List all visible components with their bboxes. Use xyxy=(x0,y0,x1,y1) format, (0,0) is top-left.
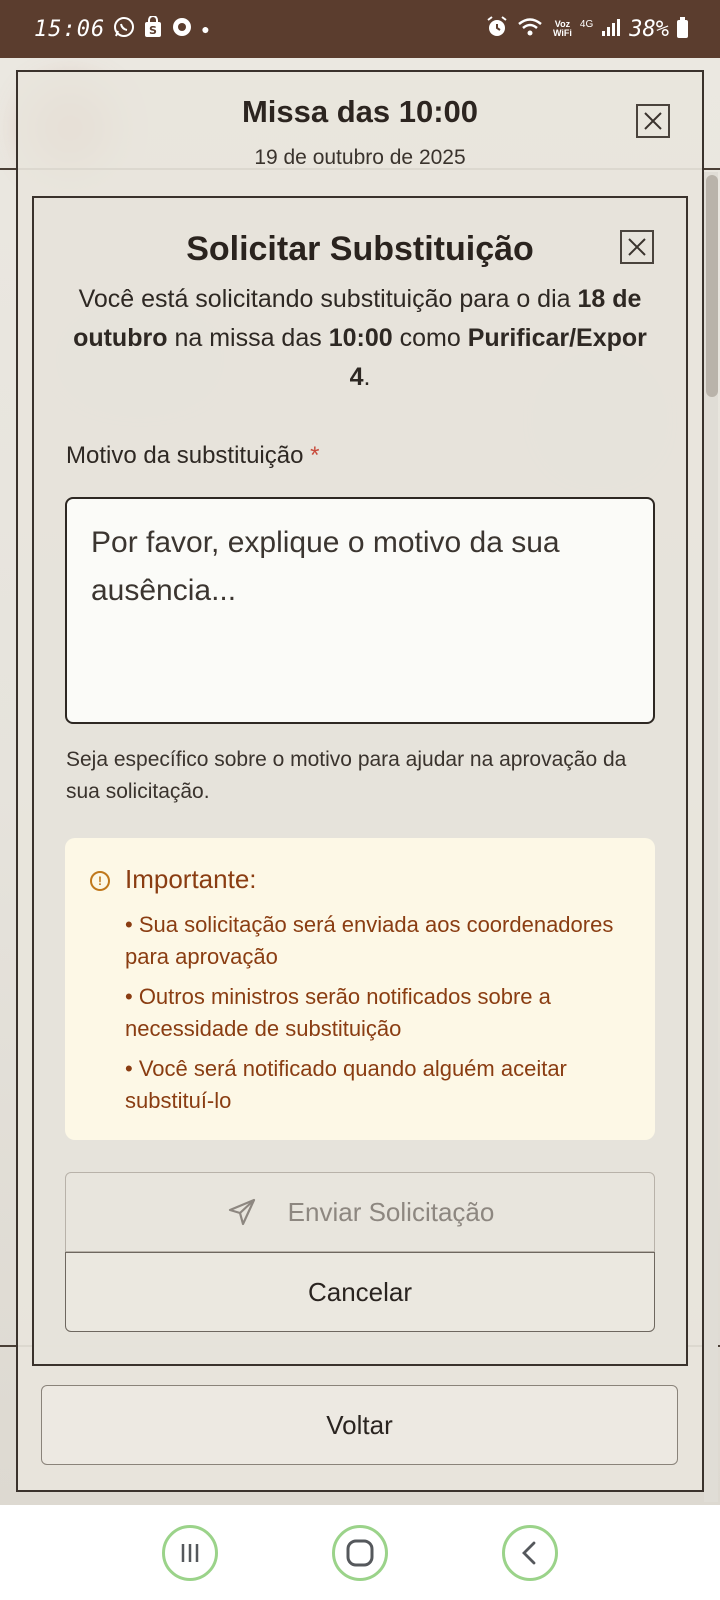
notice-item: • Você será notificado quando alguém ace… xyxy=(125,1056,567,1113)
send-request-button[interactable]: Enviar Solicitação xyxy=(65,1172,655,1252)
notice-item: • Sua solicitação será enviada aos coord… xyxy=(125,912,614,969)
close-mass-modal-button[interactable] xyxy=(636,104,670,138)
whatsapp-icon xyxy=(113,16,135,42)
network-type: 4G xyxy=(579,19,594,30)
shopping-bag-icon: S xyxy=(143,15,163,42)
close-icon xyxy=(628,238,646,256)
reason-textarea[interactable] xyxy=(65,497,655,724)
description-role: Purificar/Expor 4 xyxy=(349,324,647,391)
back-nav-button[interactable] xyxy=(502,1524,558,1581)
close-substitution-modal-button[interactable] xyxy=(620,230,654,264)
alert-circle-icon: ! xyxy=(90,871,110,891)
close-icon xyxy=(644,112,662,130)
description-text: como xyxy=(399,324,461,352)
recent-apps-icon xyxy=(181,1543,199,1562)
battery-icon xyxy=(677,17,688,38)
substitution-title: Solicitar Substituição xyxy=(186,230,534,268)
reason-label-text: Motivo da substituição xyxy=(66,442,304,469)
status-bar: 15:06 S ● Voz WiFi 4G 38% xyxy=(0,0,720,58)
important-notice: ! Importante: • Sua solicitação será env… xyxy=(65,838,655,1140)
mass-date: 19 de outubro de 2025 xyxy=(254,146,466,169)
description-time: 10:00 xyxy=(328,324,393,352)
clock: 15:06 xyxy=(34,16,106,42)
mass-title: Missa das 10:00 xyxy=(241,94,479,129)
notice-item: • Outros ministros serão notificados sob… xyxy=(125,984,551,1041)
voz-wifi-indicator: Voz WiFi xyxy=(553,20,572,38)
reason-label: Motivo da substituição * xyxy=(66,442,319,470)
notification-dot-icon: ● xyxy=(201,21,210,37)
chrome-icon xyxy=(171,16,193,42)
description-text: Você está solicitando substituição para … xyxy=(78,285,571,313)
status-bar-left: 15:06 S ● xyxy=(34,15,210,42)
alarm-icon xyxy=(485,16,509,42)
send-icon xyxy=(228,1198,255,1226)
notice-title: Importante: xyxy=(125,864,257,894)
send-request-label: Enviar Solicitação xyxy=(287,1196,495,1227)
description-end: . xyxy=(363,363,371,391)
wifi-label: WiFi xyxy=(552,28,572,38)
battery-level: 38% xyxy=(629,16,669,42)
home-button[interactable] xyxy=(332,1524,388,1581)
status-bar-right: Voz WiFi 4G 38% xyxy=(485,16,688,42)
home-icon xyxy=(346,1539,374,1566)
android-nav-bar xyxy=(0,1505,720,1600)
scrollbar-thumb[interactable] xyxy=(706,175,718,397)
required-asterisk: * xyxy=(310,442,320,469)
reason-help-text: Seja específico sobre o motivo para ajud… xyxy=(66,748,627,803)
signal-icon xyxy=(601,17,621,41)
recent-apps-button[interactable] xyxy=(162,1524,218,1581)
cancel-button[interactable]: Cancelar xyxy=(65,1252,655,1332)
back-button[interactable]: Voltar xyxy=(41,1385,678,1465)
wifi-6-icon xyxy=(517,16,545,42)
substitution-description: Você está solicitando substituição para … xyxy=(62,280,658,397)
svg-text:S: S xyxy=(149,24,157,37)
description-text: na missa das xyxy=(174,324,322,352)
back-icon xyxy=(522,1541,536,1564)
